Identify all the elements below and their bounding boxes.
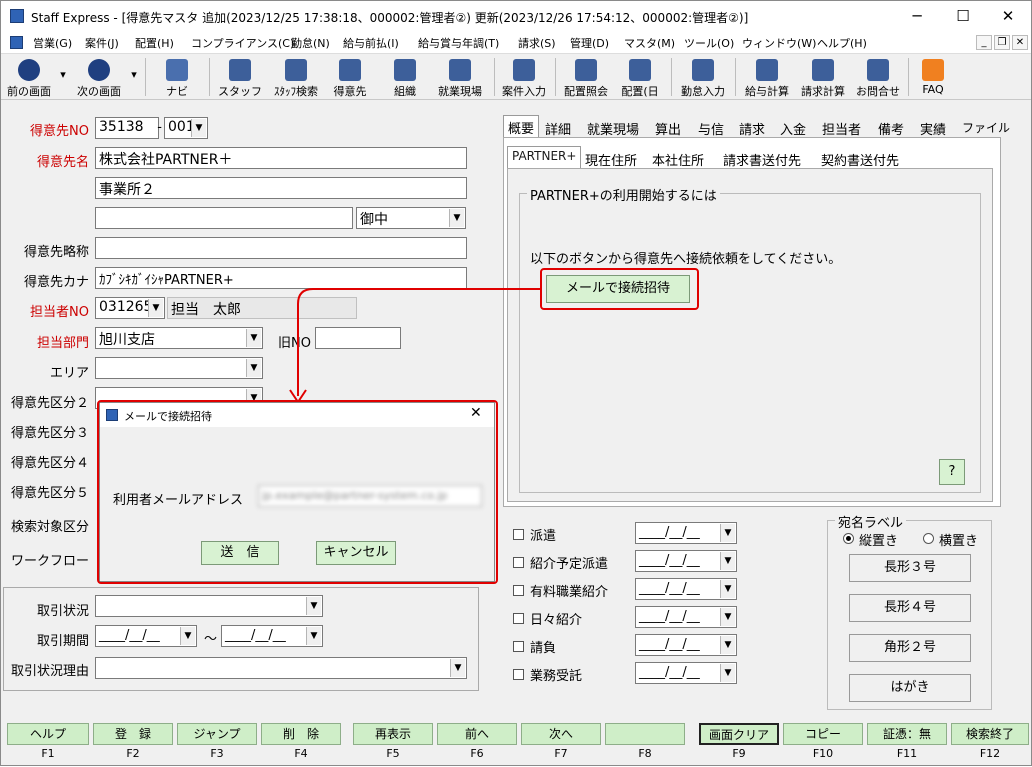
- f10-copy-button[interactable]: コピー: [783, 723, 863, 745]
- date-dispatch-value: ____/__/__: [639, 525, 700, 540]
- date-contract[interactable]: ____/__/__ ▼: [635, 634, 737, 656]
- f5-key-label: F5: [386, 747, 400, 760]
- date-temp-to-perm-value: ____/__/__: [639, 553, 700, 568]
- label-long4-button[interactable]: 長形４号: [849, 594, 971, 622]
- checkbox-daily-placement[interactable]: [513, 613, 524, 624]
- f2-register-button[interactable]: 登 録: [93, 723, 173, 745]
- date-daily-placement[interactable]: ____/__/__ ▼: [635, 606, 737, 628]
- f1-key-label: F1: [41, 747, 55, 760]
- date-outsourcing[interactable]: ____/__/__ ▼: [635, 662, 737, 684]
- chevron-down-icon: ▼: [720, 552, 735, 570]
- f9-key-label: F9: [732, 747, 746, 760]
- f7-next-button[interactable]: 次へ: [521, 723, 601, 745]
- chevron-down-icon: ▼: [720, 580, 735, 598]
- check-label-contract: 請負: [530, 641, 557, 656]
- f5-refresh-button[interactable]: 再表示: [353, 723, 433, 745]
- f8-button[interactable]: [605, 723, 685, 745]
- checkbox-contract[interactable]: [513, 641, 524, 652]
- radio-horizontal-label: 横置き: [939, 534, 979, 549]
- f10-key-label: F10: [812, 747, 834, 760]
- f1-help-button[interactable]: ヘルプ: [7, 723, 89, 745]
- label-long3-button[interactable]: 長形３号: [849, 554, 971, 582]
- checkbox-paid-placement[interactable]: [513, 585, 524, 596]
- f11-key-label: F11: [896, 747, 918, 760]
- check-label-outsourcing: 業務受託: [530, 669, 583, 684]
- date-paid-placement[interactable]: ____/__/__ ▼: [635, 578, 737, 600]
- f12-exit-button[interactable]: 検索終了: [951, 723, 1029, 745]
- chevron-down-icon: ▼: [720, 636, 735, 654]
- check-label-dispatch: 派遣: [530, 529, 557, 544]
- date-outsourcing-value: ____/__/__: [639, 665, 700, 680]
- chevron-down-icon: ▼: [720, 664, 735, 682]
- date-dispatch[interactable]: ____/__/__ ▼: [635, 522, 737, 544]
- check-label-daily-placement: 日々紹介: [530, 613, 583, 628]
- radio-vertical[interactable]: [843, 533, 854, 544]
- main-window: Staff Express - [得意先マスタ 追加(2023/12/25 17…: [0, 0, 1032, 766]
- f3-key-label: F3: [210, 747, 224, 760]
- check-label-paid-placement: 有料職業紹介: [530, 585, 609, 600]
- date-temp-to-perm[interactable]: ____/__/__ ▼: [635, 550, 737, 572]
- f12-key-label: F12: [979, 747, 1001, 760]
- date-contract-value: ____/__/__: [639, 637, 700, 652]
- check-label-temp-to-perm: 紹介予定派遣: [530, 557, 609, 572]
- radio-horizontal[interactable]: [923, 533, 934, 544]
- f9-clear-button[interactable]: 画面クリア: [699, 723, 779, 745]
- chevron-down-icon: ▼: [720, 524, 735, 542]
- f4-delete-button[interactable]: 削 除: [261, 723, 341, 745]
- f6-prev-button[interactable]: 前へ: [437, 723, 517, 745]
- chevron-down-icon: ▼: [720, 608, 735, 626]
- label-postcard-button[interactable]: はがき: [849, 674, 971, 702]
- date-paid-placement-value: ____/__/__: [639, 581, 700, 596]
- checkbox-dispatch[interactable]: [513, 529, 524, 540]
- label-kaku2-button[interactable]: 角形２号: [849, 634, 971, 662]
- radio-vertical-label: 縦置き: [859, 534, 899, 549]
- address-label-title: 宛名ラベル: [835, 512, 907, 531]
- highlight-dialog: [97, 400, 498, 584]
- f11-voucher-button[interactable]: 証憑：無: [867, 723, 947, 745]
- f2-key-label: F2: [126, 747, 140, 760]
- f4-key-label: F4: [294, 747, 308, 760]
- checkbox-temp-to-perm[interactable]: [513, 557, 524, 568]
- f6-key-label: F6: [470, 747, 484, 760]
- date-daily-placement-value: ____/__/__: [639, 609, 700, 624]
- f7-key-label: F7: [554, 747, 568, 760]
- f3-jump-button[interactable]: ジャンプ: [177, 723, 257, 745]
- checkbox-outsourcing[interactable]: [513, 669, 524, 680]
- f8-key-label: F8: [638, 747, 652, 760]
